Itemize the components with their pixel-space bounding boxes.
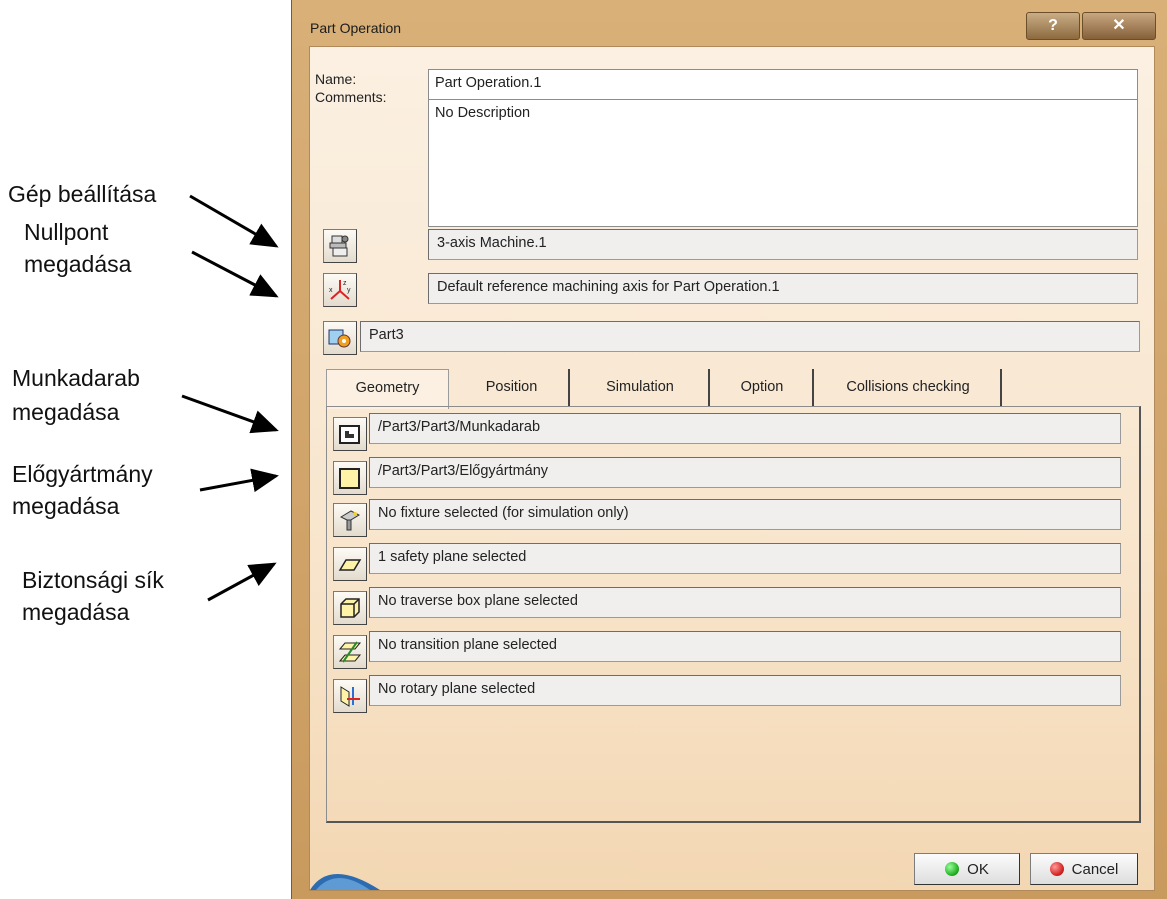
name-label: Name:	[315, 71, 357, 87]
close-button[interactable]: ✕	[1082, 12, 1156, 40]
fixture-button[interactable]	[333, 503, 367, 537]
annotation-workpiece-line2: megadása	[12, 399, 120, 425]
safety-plane-icon	[338, 559, 362, 571]
transition-plane-icon	[338, 641, 362, 663]
machine-field: 3-axis Machine.1	[428, 229, 1138, 260]
product-icon	[328, 329, 351, 348]
traverse-box-icon	[340, 598, 360, 618]
arrow-safety	[207, 562, 277, 602]
comments-label: Comments:	[315, 89, 387, 105]
annotation-workpiece-line1: Munkadarab	[12, 365, 140, 391]
fixture-field: No fixture selected (for simulation only…	[369, 499, 1121, 530]
design-part-icon	[339, 425, 360, 444]
product-field: Part3	[360, 321, 1140, 352]
arrow-machine-setup	[189, 194, 279, 248]
dialog-client-area: Name: Comments: Part Operation.1 No Desc…	[309, 46, 1155, 891]
tab-option[interactable]: Option	[712, 369, 814, 407]
tab-collisions-checking[interactable]: Collisions checking	[816, 369, 1002, 407]
stock-icon	[339, 468, 360, 489]
reference-axis-button[interactable]: z x y	[323, 273, 357, 307]
svg-text:z: z	[343, 280, 347, 287]
tab-position[interactable]: Position	[455, 369, 570, 407]
reference-axis-field: Default reference machining axis for Par…	[428, 273, 1138, 304]
machine-icon	[329, 235, 349, 257]
product-button[interactable]	[323, 321, 357, 355]
axis-system-icon: z x y	[329, 280, 351, 300]
cancel-label: Cancel	[1071, 860, 1119, 878]
stock-field: /Part3/Part3/Előgyártmány	[369, 457, 1121, 488]
tab-simulation[interactable]: Simulation	[572, 369, 710, 407]
transition-plane-field: No transition plane selected	[369, 631, 1121, 662]
annotation-safety-line1: Biztonsági sík	[22, 567, 164, 593]
help-button[interactable]: ?	[1026, 12, 1080, 40]
traverse-box-field: No traverse box plane selected	[369, 587, 1121, 618]
safety-plane-button[interactable]	[333, 547, 367, 581]
name-input[interactable]: Part Operation.1	[428, 69, 1138, 100]
app-logo-icon	[310, 874, 380, 890]
arrow-stock	[199, 468, 279, 493]
rotary-plane-field: No rotary plane selected	[369, 675, 1121, 706]
safety-plane-field: 1 safety plane selected	[369, 543, 1121, 574]
svg-text:y: y	[347, 287, 351, 294]
annotation-safety-line2: megadása	[22, 599, 130, 625]
svg-text:x: x	[329, 287, 333, 294]
cancel-button[interactable]: Cancel	[1030, 853, 1138, 885]
annotation-stock-line2: megadása	[12, 493, 120, 519]
ok-label: OK	[967, 860, 989, 878]
stock-button[interactable]	[333, 461, 367, 495]
rotary-plane-icon	[340, 686, 360, 707]
annotation-zero-point-line1: Nullpont	[24, 219, 109, 245]
annotation-machine-setup: Gép beállítása	[8, 181, 157, 207]
arrow-zero-point	[191, 250, 279, 298]
part-operation-dialog: Part Operation ? ✕ Name: Comments: Part …	[291, 0, 1167, 899]
arrow-workpiece	[181, 394, 279, 434]
comments-textarea[interactable]: No Description	[428, 99, 1138, 227]
annotation-zero-point-line2: megadása	[24, 251, 132, 277]
ok-button[interactable]: OK	[914, 853, 1020, 885]
window-title: Part Operation	[310, 20, 402, 36]
tab-geometry[interactable]: Geometry	[326, 369, 449, 409]
cancel-status-icon	[1049, 862, 1064, 876]
transition-plane-button[interactable]	[333, 635, 367, 669]
machine-button[interactable]	[323, 229, 357, 263]
fixture-icon	[339, 510, 361, 531]
ok-status-icon	[945, 862, 960, 876]
design-part-button[interactable]	[333, 417, 367, 451]
geometry-tab-panel: /Part3/Part3/Munkadarab /Part3/Part3/Elő…	[326, 406, 1141, 823]
rotary-plane-button[interactable]	[333, 679, 367, 713]
design-part-field: /Part3/Part3/Munkadarab	[369, 413, 1121, 444]
traverse-box-button[interactable]	[333, 591, 367, 625]
annotation-stock-line1: Előgyártmány	[12, 461, 153, 487]
title-bar[interactable]: Part Operation ? ✕	[292, 0, 1167, 46]
